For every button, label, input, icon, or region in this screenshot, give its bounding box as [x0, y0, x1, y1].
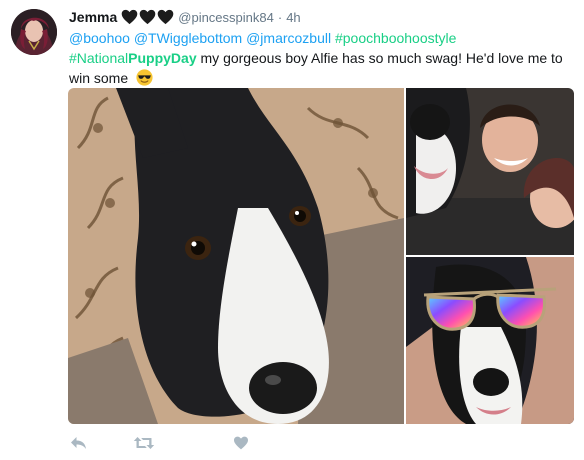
mention-link[interactable]: @TWigglebottom [134, 30, 242, 46]
heart-icon [234, 436, 248, 450]
black-heart-icon [157, 9, 174, 25]
photo-dog-with-sunglasses[interactable] [406, 257, 574, 424]
author-name[interactable]: Jemma [69, 9, 117, 25]
hashtag-link[interactable]: #poochboohoostyle [335, 30, 456, 46]
author-handle[interactable]: @pincesspink84 [178, 10, 274, 25]
black-heart-icon [139, 9, 156, 25]
photo-grid [68, 88, 574, 424]
mention-link[interactable]: @jmarcozbull [246, 30, 331, 46]
tweet-timestamp[interactable]: 4h [286, 10, 300, 25]
name-emoji-hearts [121, 9, 174, 25]
tweet-text: @boohoo @TWigglebottom @jmarcozbull #poo… [69, 28, 575, 88]
photo-dog-on-rug[interactable] [68, 88, 404, 424]
retweet-button[interactable] [132, 432, 156, 454]
reply-button[interactable] [66, 432, 90, 454]
sunglasses-face-emoji-icon [136, 69, 153, 86]
avatar[interactable] [11, 9, 57, 55]
black-heart-icon [121, 9, 138, 25]
hashtag-link[interactable]: #NationalPuppyDay [69, 50, 197, 66]
retweet-icon [133, 437, 155, 449]
photo-dog-with-people[interactable] [406, 88, 574, 255]
hashtag-prefix: #National [69, 50, 129, 66]
like-button[interactable] [229, 432, 253, 454]
time-separator: · [277, 9, 283, 25]
reply-icon [70, 437, 86, 449]
hashtag-bold-part: PuppyDay [128, 50, 197, 66]
tweet-header: Jemma @pincesspink84 · 4h [69, 7, 301, 27]
mention-link[interactable]: @boohoo [69, 30, 130, 46]
